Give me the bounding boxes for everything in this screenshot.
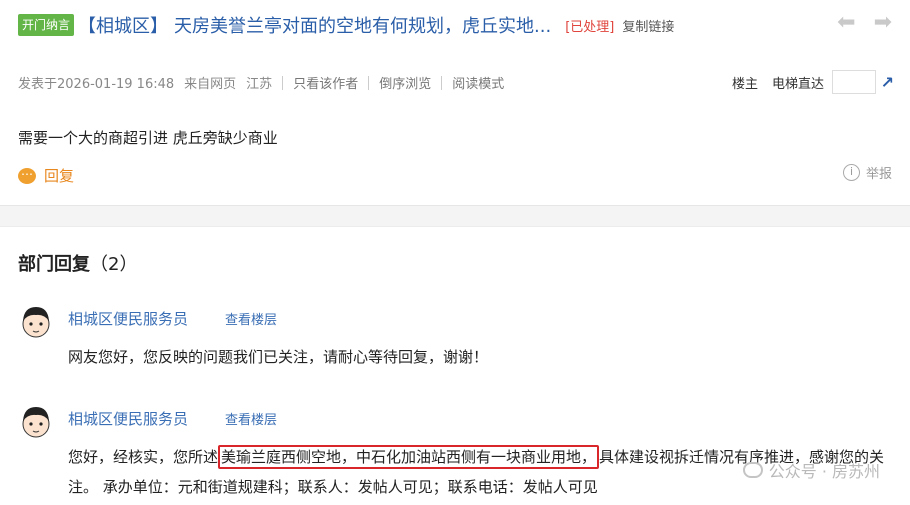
reply-label: 回复 [44, 167, 75, 185]
avatar [22, 407, 50, 438]
dept-reply-count: （2） [90, 254, 138, 275]
post-page: 开门纳言 【相城区】 天房美誉兰亭对面的空地有何规划，虎丘实地... [已处理]… [0, 0, 910, 505]
post-content: 需要一个大的商超引进 虎丘旁缺少商业 [18, 129, 278, 147]
meta-divider [441, 75, 443, 90]
meta-divider [368, 75, 370, 90]
floor-jump: 楼主 电梯直达 [732, 70, 876, 94]
reverse-order-link[interactable]: 倒序浏览 [379, 73, 431, 92]
section-divider [0, 205, 910, 227]
thread-nav: ⬅ ➡ [837, 12, 892, 34]
status-badge: [已处理] [565, 19, 615, 35]
prev-arrow-icon[interactable]: ⬅ [837, 12, 855, 34]
post-meta: 发表于2026-01-19 16:48 来自网页 江苏 只看该作者 倒序浏览 阅… [18, 73, 504, 92]
post-time: 发表于2026-01-19 16:48 [18, 77, 175, 92]
post-title-row: 开门纳言 【相城区】 天房美誉兰亭对面的空地有何规划，虎丘实地... [已处理]… [18, 12, 674, 38]
floor-number-input[interactable] [832, 70, 876, 94]
watermark: 公众号 · 房苏州 [742, 458, 880, 482]
only-author-link[interactable]: 只看该作者 [293, 73, 358, 92]
post-title[interactable]: 天房美誉兰亭对面的空地有何规划，虎丘实地... [174, 12, 551, 38]
dept-reply-item: 相城区便民服务员 查看楼层 网友您好，您反映的问题我们已关注，请耐心等待回复，谢… [18, 304, 898, 384]
reply-text: 网友您好，您反映的问题我们已关注，请耐心等待回复，谢谢！ [68, 348, 489, 366]
dept-reply-title: 部门回复 [18, 254, 90, 275]
reply-author[interactable]: 相城区便民服务员 [68, 408, 188, 429]
comment-icon [18, 164, 36, 184]
report-button[interactable]: i 举报 [842, 163, 892, 182]
louzhu-label[interactable]: 楼主 [732, 73, 758, 92]
report-label: 举报 [865, 167, 892, 182]
reply-button[interactable]: 回复 [18, 164, 75, 186]
avatar [22, 307, 50, 338]
dept-reply-item: 相城区便民服务员 查看楼层 您好，经核实，您所述 美瑜兰庭西侧空地，中石化加油站西… [18, 404, 898, 504]
highlighted-text: 美瑜兰庭西侧空地，中石化加油站西侧有一块商业用地， [218, 445, 600, 469]
district-label[interactable]: 【相城区】 [78, 12, 168, 38]
watermark-text: 公众号 · 房苏州 [768, 462, 880, 481]
view-floor-link[interactable]: 查看楼层 [225, 409, 277, 428]
category-tag[interactable]: 开门纳言 [18, 14, 75, 36]
reply-text-before: 您好，经核实，您所述 [68, 448, 219, 466]
next-arrow-icon[interactable]: ➡ [874, 12, 892, 34]
read-mode-link[interactable]: 阅读模式 [452, 73, 504, 92]
meta-divider [282, 75, 284, 90]
jump-go-icon[interactable]: ↗ [881, 73, 894, 92]
elevator-label: 电梯直达 [771, 76, 824, 92]
post-location: 江苏 [246, 77, 273, 92]
reply-author[interactable]: 相城区便民服务员 [68, 308, 188, 329]
dept-reply-heading: 部门回复（2） [18, 250, 137, 276]
info-icon: i [842, 164, 860, 181]
wechat-icon [742, 462, 763, 478]
copy-link-button[interactable]: 复制链接 [622, 16, 674, 35]
view-floor-link[interactable]: 查看楼层 [225, 309, 277, 328]
post-source: 来自网页 [184, 77, 237, 92]
